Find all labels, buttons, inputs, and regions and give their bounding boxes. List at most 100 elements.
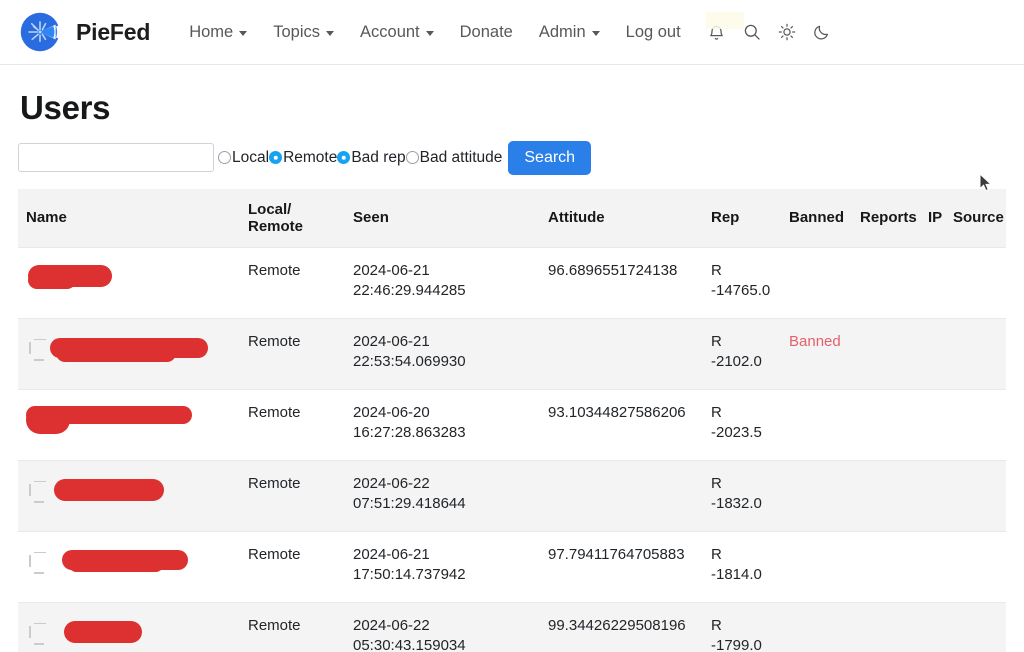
table-header-row: Name Local/ Remote Seen Attitude Rep Ban… (18, 189, 1006, 248)
chevron-down-icon (326, 31, 334, 36)
table-row[interactable]: Remote2024-06-2117:50:14.73794297.794117… (18, 531, 1006, 602)
cell-rep: R -1814.0 (703, 531, 781, 602)
nav-link-home-label: Home (189, 23, 233, 42)
search-input[interactable] (18, 143, 214, 172)
dark-mode-moon-icon[interactable] (807, 17, 837, 47)
column-header-local-remote-line2: Remote (248, 218, 303, 235)
cell-name[interactable] (18, 318, 240, 389)
avatar (28, 620, 50, 652)
nav-link-log-out[interactable]: Log out (613, 17, 694, 48)
search-button[interactable]: Search (508, 141, 591, 175)
cell-banned (781, 460, 852, 531)
redaction-mark (68, 555, 164, 572)
cell-source (945, 602, 1006, 652)
brand-name[interactable]: PieFed (76, 19, 150, 46)
rep-value: -14765.0 (711, 282, 770, 299)
piefed-pie-logo-icon[interactable] (18, 10, 62, 54)
cell-banned (781, 389, 852, 460)
radio-option-bad-rep[interactable]: Bad rep (337, 149, 405, 167)
cell-rep: R -2102.0 (703, 318, 781, 389)
seen-time: 22:53:54.069930 (353, 353, 466, 370)
cell-name[interactable] (18, 531, 240, 602)
highlight-artifact (706, 12, 744, 29)
users-table-head: Name Local/ Remote Seen Attitude Rep Ban… (18, 189, 1006, 248)
cell-reports (852, 602, 920, 652)
column-header-seen[interactable]: Seen (345, 189, 540, 248)
user-name-redacted (26, 403, 232, 447)
table-row[interactable]: Remote2024-06-2205:30:43.15903499.344262… (18, 602, 1006, 652)
rep-prefix: R (711, 262, 722, 279)
cell-ip (920, 247, 945, 318)
cell-name[interactable] (18, 602, 240, 652)
redaction-mark (54, 479, 164, 501)
cell-ip (920, 531, 945, 602)
radio-dot-remote[interactable] (269, 151, 282, 164)
cell-name[interactable] (18, 389, 240, 460)
cell-seen: 2024-06-2016:27:28.863283 (345, 389, 540, 460)
seen-date: 2024-06-21 (353, 546, 430, 563)
nav-links: Home Topics Account Donate Admin Log out (176, 17, 693, 48)
page-body: Users Local Remote Bad rep Bad attitude … (0, 89, 1024, 652)
seen-time: 07:51:29.418644 (353, 495, 466, 512)
table-row[interactable]: Remote 2024-06-22 07:51:29.418644 R -1832.0 (18, 460, 1006, 531)
cell-local-remote: Remote (240, 247, 345, 318)
chevron-down-icon (426, 31, 434, 36)
seen-date: 2024-06-21 (353, 262, 430, 279)
column-header-banned[interactable]: Banned (781, 189, 852, 248)
cell-rep: R -1832.0 (703, 460, 781, 531)
cell-attitude: 93.10344827586206 (540, 389, 703, 460)
cell-ip (920, 460, 945, 531)
cell-source (945, 460, 1006, 531)
column-header-reports[interactable]: Reports (852, 189, 920, 248)
radio-dot-bad-attitude[interactable] (406, 151, 419, 164)
user-name-redacted (26, 616, 232, 652)
column-header-ip[interactable]: IP (920, 189, 945, 248)
user-name-redacted (26, 332, 232, 376)
user-name-redacted (26, 545, 232, 589)
radio-dot-bad-rep[interactable] (337, 151, 350, 164)
cell-name[interactable] (18, 247, 240, 318)
column-header-attitude[interactable]: Attitude (540, 189, 703, 248)
cell-local-remote: Remote (240, 460, 345, 531)
cell-banned (781, 531, 852, 602)
cell-banned (781, 602, 852, 652)
nav-link-account[interactable]: Account (347, 17, 447, 48)
cell-reports (852, 318, 920, 389)
column-header-source[interactable]: Source (945, 189, 1006, 248)
nav-link-home[interactable]: Home (176, 17, 260, 48)
cell-reports (852, 531, 920, 602)
nav-link-account-label: Account (360, 23, 420, 42)
redaction-mark (28, 271, 76, 289)
table-row[interactable]: Remote2024-06-2122:46:29.94428596.689655… (18, 247, 1006, 318)
cell-attitude: 97.79411764705883 (540, 531, 703, 602)
radio-dot-local[interactable] (218, 151, 231, 164)
column-header-rep[interactable]: Rep (703, 189, 781, 248)
radio-label-local: Local (232, 149, 269, 167)
radio-option-remote[interactable]: Remote (269, 149, 337, 167)
redaction-mark (56, 344, 176, 362)
column-header-name[interactable]: Name (18, 189, 240, 248)
column-header-local-remote[interactable]: Local/ Remote (240, 189, 345, 248)
radio-option-local[interactable]: Local (218, 149, 269, 167)
table-row[interactable]: Remote2024-06-2122:53:54.069930R -2102.0… (18, 318, 1006, 389)
nav-link-donate[interactable]: Donate (447, 17, 526, 48)
table-row[interactable]: Remote2024-06-2016:27:28.86328393.103448… (18, 389, 1006, 460)
cell-name[interactable] (18, 460, 240, 531)
nav-link-donate-label: Donate (460, 23, 513, 42)
light-mode-sun-icon[interactable] (772, 17, 802, 47)
nav-link-admin[interactable]: Admin (526, 17, 613, 48)
avatar (28, 478, 50, 512)
cell-ip (920, 602, 945, 652)
cell-rep: R -1799.0 (703, 602, 781, 652)
cell-reports (852, 460, 920, 531)
top-navbar: PieFed Home Topics Account Donate Admin … (0, 0, 1024, 65)
cell-source (945, 318, 1006, 389)
cell-ip (920, 318, 945, 389)
user-name-redacted (26, 474, 232, 518)
seen-date: 2024-06-22 (353, 475, 430, 492)
nav-link-topics[interactable]: Topics (260, 17, 347, 48)
filter-radio-group: Local Remote Bad rep Bad attitude (218, 149, 502, 167)
redaction-mark (26, 406, 70, 434)
cell-source (945, 247, 1006, 318)
radio-option-bad-attitude[interactable]: Bad attitude (406, 149, 503, 167)
